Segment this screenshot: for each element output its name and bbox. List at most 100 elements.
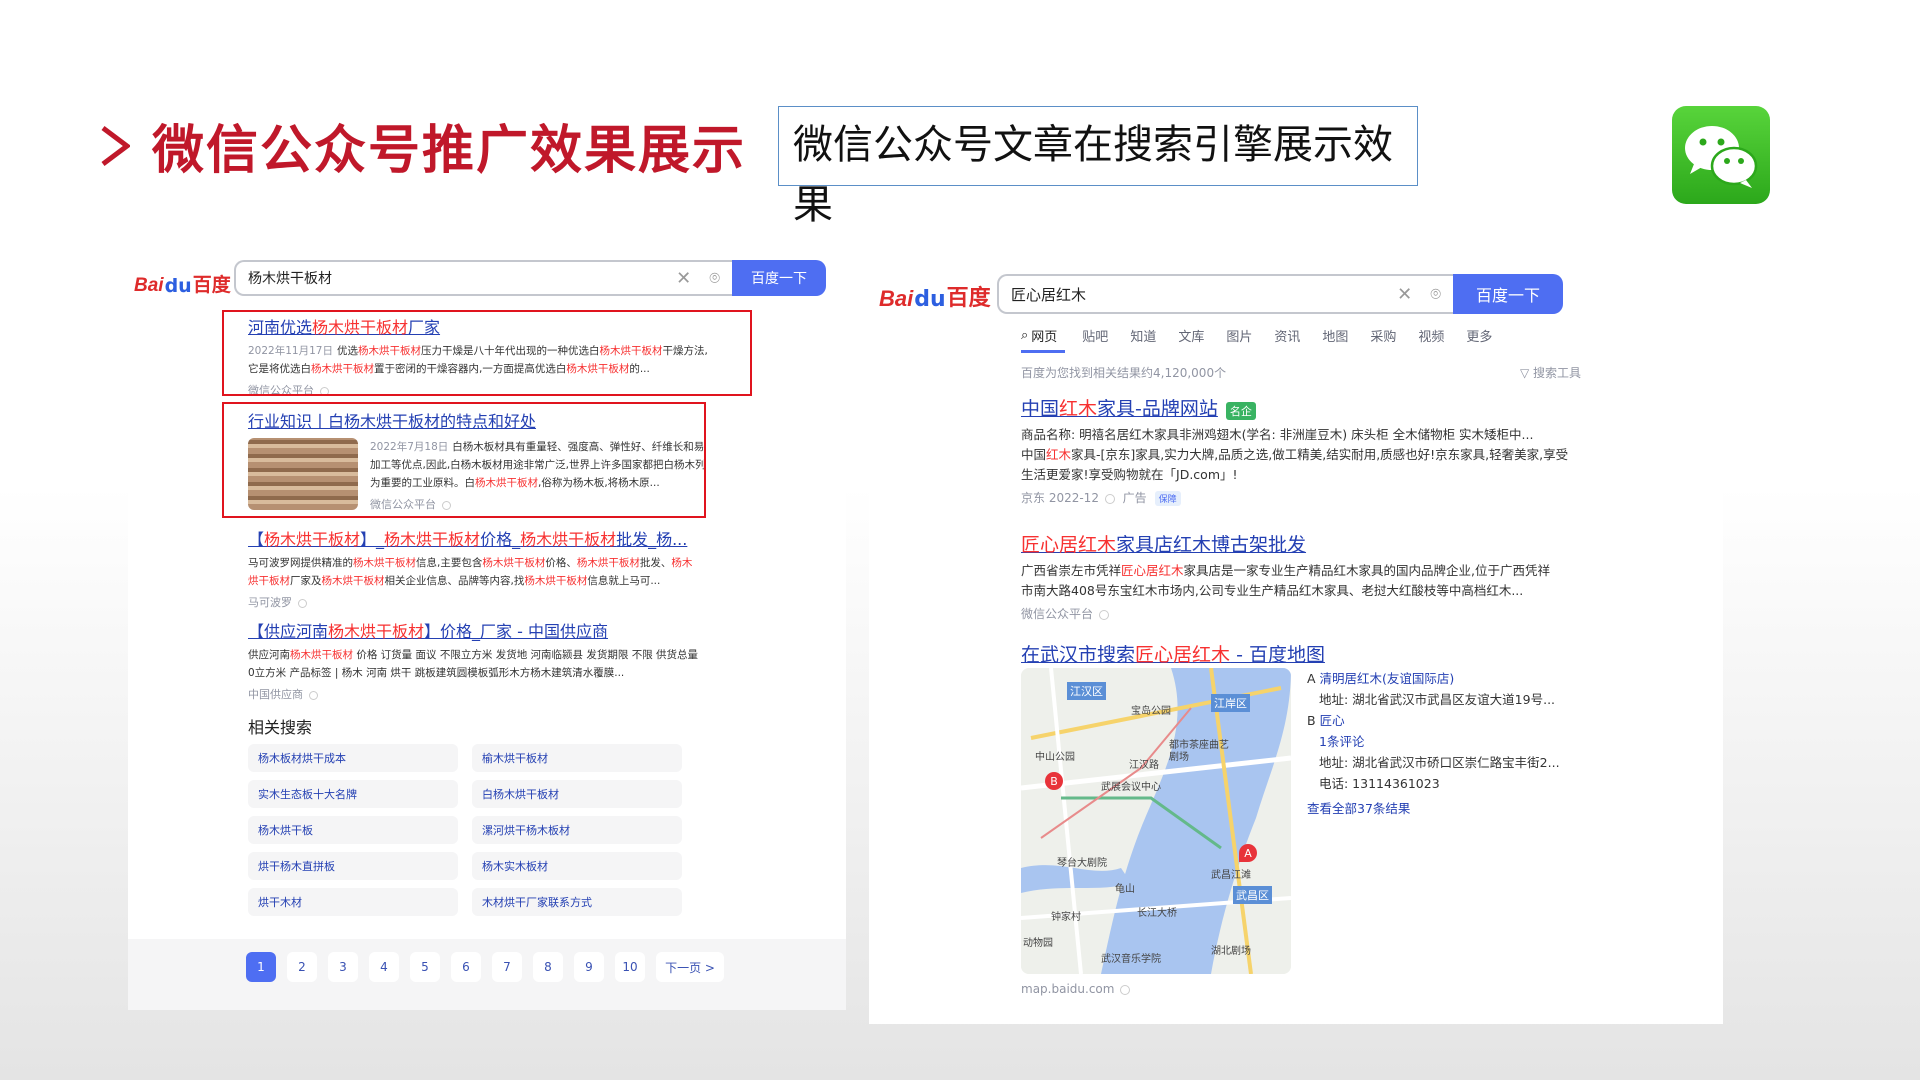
baidu-logo[interactable]: Bai du 百度: [134, 270, 231, 297]
right-search-screenshot: Bai du 百度 匠心居红木 ✕ ⌾ 百度一下 ⌕ 网页 贴吧 知道 文库 图片 资…: [869, 268, 1723, 1024]
result-item: 【杨木烘干板材】_杨木烘干板材价格_杨木烘干板材批发_杨... 马可波罗网提供精…: [248, 526, 728, 610]
baidu-logo[interactable]: Bai du 百度: [879, 280, 991, 312]
map-label: 都市茶座曲艺剧场: [1169, 740, 1229, 763]
camera-icon[interactable]: ⌾: [1430, 284, 1441, 305]
filter-icon: ▽: [1519, 366, 1533, 380]
info-icon: [1104, 493, 1115, 504]
map-marker-b[interactable]: B: [1045, 772, 1063, 790]
tab-tieba[interactable]: 贴吧: [1082, 326, 1108, 345]
clear-icon[interactable]: ✕: [676, 268, 691, 289]
page-button[interactable]: 6: [451, 952, 481, 982]
result-source: 中国供应商: [248, 686, 728, 702]
map-places-list: A 清明居红木(友谊国际店) 地址: 湖北省武汉市武昌区友谊大道19号... B…: [1307, 668, 1587, 819]
related-search-title: 相关搜索: [248, 718, 313, 737]
info-icon: [309, 690, 318, 700]
reviews-link[interactable]: 1条评论: [1307, 731, 1587, 752]
map-label: 江岸区: [1211, 694, 1250, 712]
tab-zhidao[interactable]: 知道: [1130, 326, 1156, 345]
result-title[interactable]: 匠心居红木家具店红木博古架批发: [1021, 530, 1591, 557]
map-label: 动物园: [1023, 938, 1053, 949]
map-label: 武昌江滩: [1211, 870, 1251, 881]
map-marker-a[interactable]: A: [1239, 844, 1257, 862]
result-snippet: 马可波罗网提供精准的杨木烘干板材信息,主要包含杨木烘干板材价格、杨木烘干板材批发…: [248, 557, 693, 587]
page-button[interactable]: 2: [287, 952, 317, 982]
tab-underline: [1021, 350, 1065, 353]
search-bar: 匠心居红木 ✕ ⌾ 百度一下: [997, 274, 1563, 314]
view-all-link[interactable]: 查看全部37条结果: [1307, 798, 1587, 819]
related-search-item[interactable]: 漯河烘干杨木板材: [472, 816, 682, 844]
result-count: 百度为您找到相关结果约4,120,000个: [1021, 366, 1227, 380]
result-item: 【供应河南杨木烘干板材】价格_厂家 - 中国供应商 供应河南杨木烘干板材 价格 …: [248, 618, 728, 702]
map-label: 武汉音乐学院: [1101, 954, 1161, 965]
search-input[interactable]: 杨木烘干板材 ✕ ⌾: [234, 260, 732, 296]
result-source: 京东 2022-12 广告 保障: [1021, 489, 1591, 506]
wechat-logo-icon: [1672, 106, 1770, 204]
tab-wenku[interactable]: 文库: [1178, 326, 1204, 345]
page-button[interactable]: 9: [574, 952, 604, 982]
arrow-icon: [100, 124, 130, 168]
tab-more[interactable]: 更多: [1466, 326, 1492, 345]
search-bar: 杨木烘干板材 ✕ ⌾ 百度一下: [234, 260, 826, 296]
map-label: 龟山: [1115, 884, 1135, 895]
map-label: 宝岛公园: [1131, 706, 1171, 717]
info-icon: [1120, 984, 1131, 995]
result-title[interactable]: 中国红木家具-品牌网站: [1021, 398, 1218, 420]
map-label: 长江大桥: [1137, 908, 1177, 919]
result-count-row: 百度为您找到相关结果约4,120,000个 ▽ 搜索工具: [1021, 364, 1581, 381]
map-label: 湖北剧场: [1211, 946, 1251, 957]
related-search-item[interactable]: 烘干杨木直拼板: [248, 852, 458, 880]
related-search-item[interactable]: 杨木烘干板: [248, 816, 458, 844]
tab-news[interactable]: 资讯: [1274, 326, 1300, 345]
page-button[interactable]: 3: [328, 952, 358, 982]
place-link[interactable]: 匠心: [1320, 713, 1345, 728]
brand-badge: 名企: [1225, 401, 1256, 420]
search-tools-button[interactable]: ▽ 搜索工具: [1520, 364, 1581, 381]
result-snippet: 广西省崇左市凭祥匠心居红木家具店是一家专业生产精品红木家具的国内品牌企业,位于广…: [1021, 563, 1551, 598]
map-label: 江汉区: [1067, 682, 1106, 700]
tab-video[interactable]: 视频: [1418, 326, 1444, 345]
tab-images[interactable]: 图片: [1226, 326, 1252, 345]
page-button[interactable]: 7: [492, 952, 522, 982]
page-button[interactable]: 5: [410, 952, 440, 982]
related-search-item[interactable]: 榆木烘干板材: [472, 744, 682, 772]
page-button[interactable]: 4: [369, 952, 399, 982]
related-search-item[interactable]: 木材烘干厂家联系方式: [472, 888, 682, 916]
map-label: 中山公园: [1035, 752, 1075, 763]
search-button[interactable]: 百度一下: [1453, 274, 1563, 314]
paw-icon: du: [164, 275, 192, 297]
pagination: 1 2 3 4 5 6 7 8 9 10 下一页 >: [246, 952, 724, 982]
map-label: 琴台大剧院: [1057, 858, 1107, 869]
slide-title: 微信公众号推广效果展示: [152, 121, 747, 181]
search-button[interactable]: 百度一下: [732, 260, 826, 296]
info-icon: [298, 598, 307, 608]
result-title[interactable]: 【杨木烘干板材】_杨木烘干板材价格_杨木烘干板材批发_杨...: [248, 526, 728, 550]
result-snippet: 供应河南杨木烘干板材 价格 订货量 面议 不限立方米 发货地 河南临颍县 发货期…: [248, 649, 699, 679]
tab-purchase[interactable]: 采购: [1370, 326, 1396, 345]
result-snippet: 商品名称: 明禧名居红木家具非洲鸡翅木(学名: 非洲崖豆木) 床头柜 全木储物柜…: [1021, 427, 1569, 482]
result-source: 马可波罗: [248, 594, 728, 610]
camera-icon[interactable]: ⌾: [709, 268, 720, 289]
result-title[interactable]: 在武汉市搜索匠心居红木 - 百度地图: [1021, 640, 1591, 667]
page-button[interactable]: 1: [246, 952, 276, 982]
clear-icon[interactable]: ✕: [1397, 284, 1412, 305]
result-source: map.baidu.com: [1021, 982, 1131, 996]
next-page-button[interactable]: 下一页 >: [656, 952, 724, 982]
map-label: 武展会议中心: [1101, 782, 1161, 793]
result-item: 匠心居红木家具店红木博古架批发 广西省崇左市凭祥匠心居红木家具店是一家专业生产精…: [1021, 530, 1591, 622]
related-search-item[interactable]: 白杨木烘干板材: [472, 780, 682, 808]
left-search-screenshot: Bai du 百度 杨木烘干板材 ✕ ⌾ 百度一下 河南优选杨木烘干板材厂家 202…: [128, 254, 846, 1010]
related-search-item[interactable]: 杨木实木板材: [472, 852, 682, 880]
related-search-item[interactable]: 烘干木材: [248, 888, 458, 916]
page-button[interactable]: 8: [533, 952, 563, 982]
tab-map[interactable]: 地图: [1322, 326, 1348, 345]
result-title[interactable]: 【供应河南杨木烘干板材】价格_厂家 - 中国供应商: [248, 618, 728, 642]
page-button[interactable]: 10: [615, 952, 645, 982]
tab-web[interactable]: ⌕ 网页: [1021, 326, 1060, 345]
related-search-item[interactable]: 实木生态板十大名牌: [248, 780, 458, 808]
map-thumbnail[interactable]: 江汉区 江岸区 武昌区 中山公园 江汉路 武展会议中心 宝岛公园 都市茶座曲艺剧…: [1021, 668, 1291, 974]
search-icon: ⌕: [1021, 328, 1029, 343]
search-input[interactable]: 匠心居红木 ✕ ⌾: [997, 274, 1453, 314]
place-link[interactable]: 清明居红木(友谊国际店): [1320, 671, 1455, 686]
related-search-item[interactable]: 杨木板材烘干成本: [248, 744, 458, 772]
related-search-grid: 杨木板材烘干成本 榆木烘干板材 实木生态板十大名牌 白杨木烘干板材 杨木烘干板 …: [248, 744, 682, 916]
